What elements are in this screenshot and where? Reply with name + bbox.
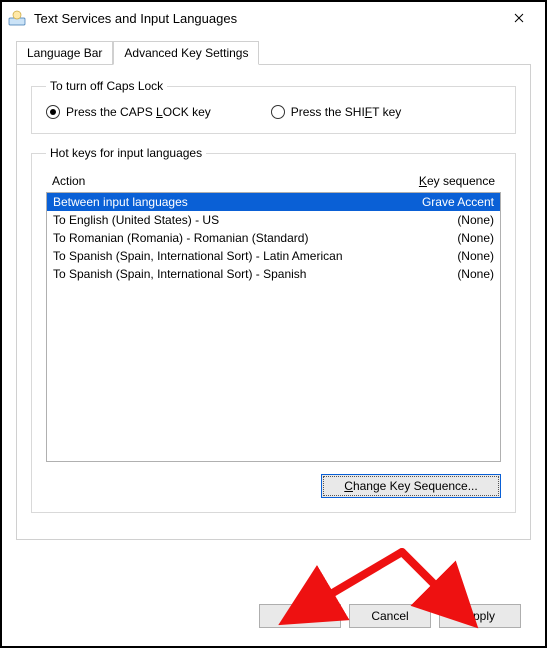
change-key-sequence-button[interactable]: Change Key Sequence... [321, 474, 501, 498]
list-item[interactable]: To Romanian (Romania) - Romanian (Standa… [47, 229, 500, 247]
radio-indicator [271, 105, 285, 119]
radio-caps-lock[interactable]: Press the CAPS LOCK key [46, 105, 211, 119]
apply-button[interactable]: Apply [439, 604, 521, 628]
tab-page: To turn off Caps Lock Press the CAPS LOC… [16, 64, 531, 540]
tab-language-bar-label: Language Bar [27, 46, 102, 60]
list-item-key: (None) [384, 249, 494, 263]
apply-label: Apply [465, 609, 495, 623]
tab-advanced-key-settings[interactable]: Advanced Key Settings [113, 41, 259, 65]
list-item[interactable]: To English (United States) - US (None) [47, 211, 500, 229]
radio-caps-label: Press the CAPS LOCK key [66, 105, 211, 119]
list-item-key: Grave Accent [384, 195, 494, 209]
close-button[interactable] [499, 4, 539, 32]
dialog-buttons: OK Cancel Apply [259, 604, 521, 628]
ok-button[interactable]: OK [259, 604, 341, 628]
client-area: Language Bar Advanced Key Settings To tu… [2, 34, 545, 554]
header-key: Key sequence [385, 174, 495, 188]
radio-shift[interactable]: Press the SHIFT key [271, 105, 402, 119]
list-item-action: To Spanish (Spain, International Sort) -… [53, 249, 384, 263]
list-item-key: (None) [384, 231, 494, 245]
list-item[interactable]: To Spanish (Spain, International Sort) -… [47, 265, 500, 283]
capslock-legend: To turn off Caps Lock [46, 79, 167, 93]
cancel-button[interactable]: Cancel [349, 604, 431, 628]
list-item-key: (None) [384, 267, 494, 281]
ok-label: OK [291, 609, 308, 623]
tab-language-bar[interactable]: Language Bar [16, 41, 113, 65]
window-title: Text Services and Input Languages [34, 11, 499, 26]
capslock-group: To turn off Caps Lock Press the CAPS LOC… [31, 79, 516, 134]
list-headers: Action Key sequence [46, 172, 501, 192]
change-key-label: Change Key Sequence... [344, 479, 477, 493]
hotkeys-listbox[interactable]: Between input languages Grave Accent To … [46, 192, 501, 462]
hotkeys-group: Hot keys for input languages Action Key … [31, 146, 516, 513]
list-item[interactable]: Between input languages Grave Accent [47, 193, 500, 211]
hotkeys-legend: Hot keys for input languages [46, 146, 206, 160]
app-icon [8, 9, 26, 27]
radio-shift-label: Press the SHIFT key [291, 105, 402, 119]
capslock-options: Press the CAPS LOCK key Press the SHIFT … [46, 105, 501, 119]
list-item[interactable]: To Spanish (Spain, International Sort) -… [47, 247, 500, 265]
list-item-key: (None) [384, 213, 494, 227]
list-item-action: To Romanian (Romania) - Romanian (Standa… [53, 231, 384, 245]
titlebar: Text Services and Input Languages [2, 2, 545, 34]
tab-strip: Language Bar Advanced Key Settings [16, 41, 531, 65]
cancel-label: Cancel [371, 609, 408, 623]
list-item-action: To English (United States) - US [53, 213, 384, 227]
tab-advanced-label: Advanced Key Settings [124, 46, 248, 60]
radio-indicator [46, 105, 60, 119]
list-item-action: Between input languages [53, 195, 384, 209]
header-action: Action [52, 174, 385, 188]
change-key-row: Change Key Sequence... [46, 474, 501, 498]
list-item-action: To Spanish (Spain, International Sort) -… [53, 267, 384, 281]
